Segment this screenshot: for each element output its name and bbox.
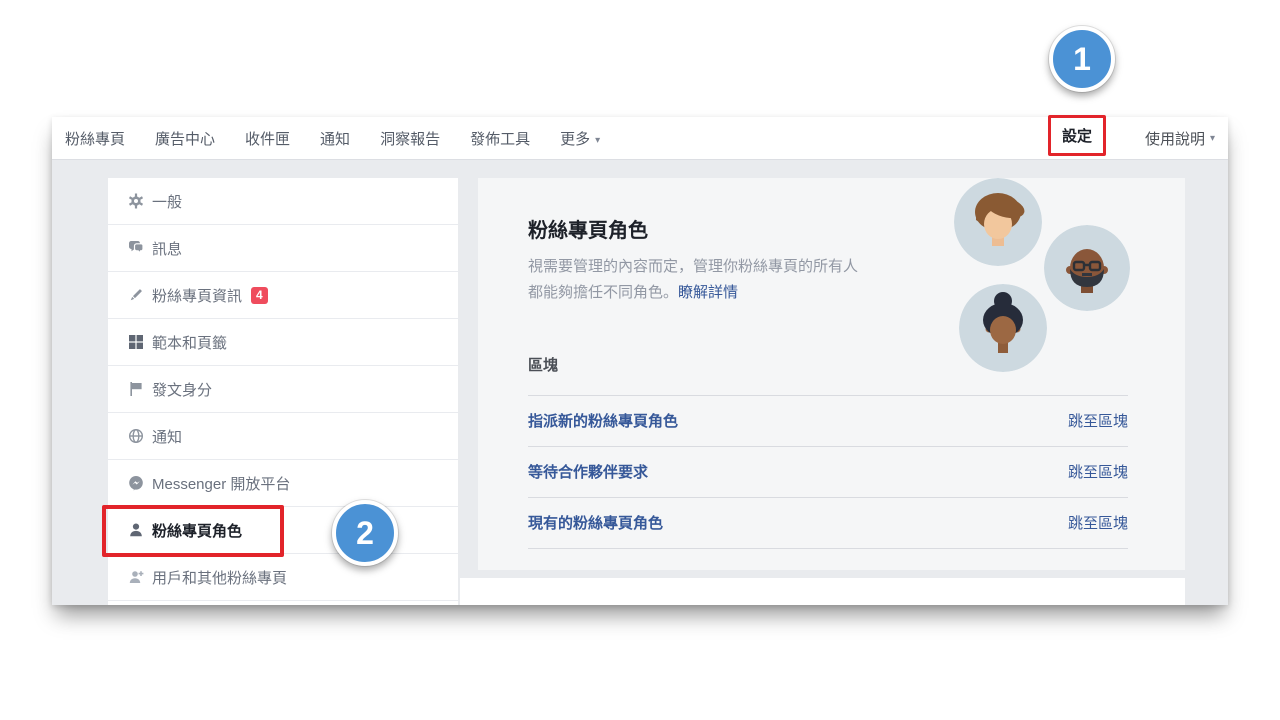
nav-item-publishing-tools[interactable]: 發佈工具 bbox=[470, 128, 530, 149]
page-roles-card: 粉絲專頁角色 視需要管理的內容而定，管理你粉絲專頁的所有人 都能夠擔任不同角色。… bbox=[478, 178, 1185, 570]
nav-item-ad-center[interactable]: 廣告中心 bbox=[155, 128, 215, 149]
person-plus-icon bbox=[128, 569, 152, 585]
sections-list: 指派新的粉絲專頁角色 跳至區塊 等待合作夥伴要求 跳至區塊 現有的粉絲專頁角色 … bbox=[528, 395, 1128, 549]
step-2-number: 2 bbox=[356, 515, 374, 552]
section-link[interactable]: 現有的粉絲專頁角色 bbox=[528, 512, 663, 533]
step-1-number: 1 bbox=[1073, 41, 1091, 78]
notification-count-badge: 4 bbox=[251, 287, 268, 304]
sidebar-item-notifications[interactable]: 通知 bbox=[108, 413, 458, 460]
help-label: 使用說明 bbox=[1145, 128, 1205, 149]
flag-icon bbox=[128, 381, 152, 397]
description-line-2: 都能夠擔任不同角色。 bbox=[528, 284, 678, 301]
avatar-woman-bob bbox=[954, 178, 1042, 266]
sidebar-item-people-other-pages[interactable]: 用戶和其他粉絲專頁 bbox=[108, 554, 458, 601]
sidebar-item-messaging[interactable]: 訊息 bbox=[108, 225, 458, 272]
jump-to-section-link[interactable]: 跳至區塊 bbox=[1068, 410, 1128, 431]
jump-to-section-link[interactable]: 跳至區塊 bbox=[1068, 461, 1128, 482]
nav-item-inbox[interactable]: 收件匣 bbox=[245, 128, 290, 149]
sections-heading: 區塊 bbox=[528, 354, 1128, 375]
step-2-badge: 2 bbox=[332, 500, 398, 566]
section-row: 指派新的粉絲專頁角色 跳至區塊 bbox=[528, 396, 1128, 447]
nav-item-pages[interactable]: 粉絲專頁 bbox=[65, 128, 125, 149]
sidebar-item-post-attribution[interactable]: 發文身分 bbox=[108, 366, 458, 413]
pencil-icon bbox=[128, 287, 152, 303]
description-line-1: 視需要管理的內容而定，管理你粉絲專頁的所有人 bbox=[528, 258, 858, 275]
top-navigation-bar: 粉絲專頁 廣告中心 收件匣 通知 洞察報告 發佈工具 更多▾ 設定 使用說明 ▾ bbox=[52, 117, 1228, 160]
messenger-icon bbox=[128, 475, 152, 491]
page-background: { "nav": { "items": [ { "name": "pages",… bbox=[0, 0, 1280, 720]
section-link[interactable]: 等待合作夥伴要求 bbox=[528, 461, 648, 482]
learn-more-link[interactable]: 瞭解詳情 bbox=[678, 284, 738, 301]
avatar-woman-bun bbox=[959, 284, 1047, 372]
nav-item-more[interactable]: 更多▾ bbox=[560, 128, 600, 149]
step-1-badge: 1 bbox=[1049, 26, 1115, 92]
sidebar-item-page-info[interactable]: 粉絲專頁資訊 4 bbox=[108, 272, 458, 319]
jump-to-section-link[interactable]: 跳至區塊 bbox=[1068, 512, 1128, 533]
section-row: 現有的粉絲專頁角色 跳至區塊 bbox=[528, 498, 1128, 549]
section-row: 等待合作夥伴要求 跳至區塊 bbox=[528, 447, 1128, 498]
globe-icon bbox=[128, 428, 152, 444]
nav-item-help[interactable]: 使用說明 ▾ bbox=[1145, 117, 1215, 160]
nav-item-insights[interactable]: 洞察報告 bbox=[380, 128, 440, 149]
grid-icon bbox=[128, 334, 152, 350]
browser-screenshot-window: 粉絲專頁 廣告中心 收件匣 通知 洞察報告 發佈工具 更多▾ 設定 使用說明 ▾… bbox=[52, 117, 1228, 605]
chat-icon bbox=[128, 240, 152, 256]
avatar-man-glasses bbox=[1044, 225, 1130, 311]
next-settings-card-partial bbox=[460, 578, 1185, 605]
nav-left-items: 粉絲專頁 廣告中心 收件匣 通知 洞察報告 發佈工具 更多▾ bbox=[65, 117, 600, 160]
gear-icon bbox=[128, 193, 152, 209]
sidebar-item-page-roles[interactable]: 粉絲專頁角色 bbox=[108, 507, 458, 554]
settings-label: 設定 bbox=[1062, 125, 1092, 146]
settings-sidebar: 一般 訊息 粉絲專頁資訊 4 範本和頁籤 發文身分 通知 Messenger 開… bbox=[108, 178, 458, 605]
chevron-down-icon: ▾ bbox=[1210, 133, 1215, 144]
sidebar-item-general[interactable]: 一般 bbox=[108, 178, 458, 225]
sidebar-item-templates-tabs[interactable]: 範本和頁籤 bbox=[108, 319, 458, 366]
person-icon bbox=[128, 522, 152, 538]
settings-nav-item-highlighted[interactable]: 設定 bbox=[1048, 115, 1106, 156]
section-link[interactable]: 指派新的粉絲專頁角色 bbox=[528, 410, 678, 431]
nav-item-notifications[interactable]: 通知 bbox=[320, 128, 350, 149]
page-description: 視需要管理的內容而定，管理你粉絲專頁的所有人 都能夠擔任不同角色。瞭解詳情 bbox=[528, 254, 998, 306]
sidebar-item-messenger-platform[interactable]: Messenger 開放平台 bbox=[108, 460, 458, 507]
chevron-down-icon: ▾ bbox=[595, 135, 600, 146]
